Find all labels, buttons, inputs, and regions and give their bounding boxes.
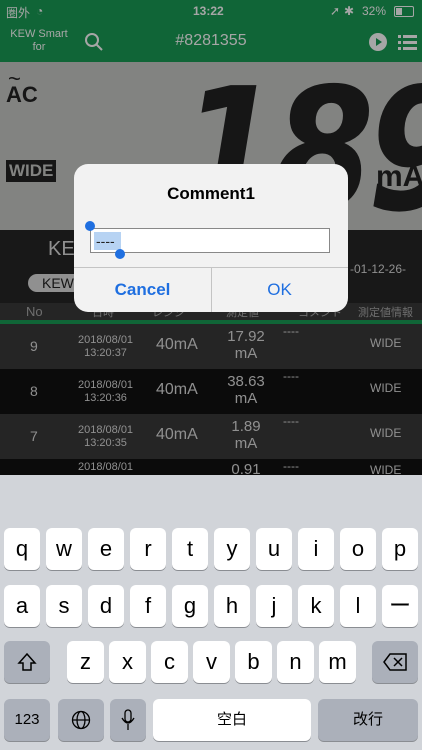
key-j[interactable]: j <box>256 585 292 627</box>
comment-dialog: Comment1 ---- Cancel OK <box>74 164 348 312</box>
key-u[interactable]: u <box>256 528 292 570</box>
selection-end-handle[interactable] <box>115 249 125 259</box>
key-q[interactable]: q <box>4 528 40 570</box>
key-y[interactable]: y <box>214 528 250 570</box>
microphone-key[interactable] <box>110 699 146 741</box>
key-p[interactable]: p <box>382 528 418 570</box>
key-n[interactable]: n <box>277 641 314 683</box>
key-b[interactable]: b <box>235 641 272 683</box>
microphone-icon <box>121 709 135 730</box>
ok-button[interactable]: OK <box>211 267 348 312</box>
key-a[interactable]: a <box>4 585 40 627</box>
key-e[interactable]: e <box>88 528 124 570</box>
keyboard: q w e r t y u i o p a s d f g h j k l ー … <box>0 475 422 750</box>
key-m[interactable]: m <box>319 641 356 683</box>
key-o[interactable]: o <box>340 528 376 570</box>
dialog-title: Comment1 <box>167 184 255 203</box>
globe-key[interactable] <box>58 699 104 741</box>
numbers-key[interactable]: 123 <box>4 699 50 741</box>
key-long-vowel[interactable]: ー <box>382 585 418 627</box>
selection-start-handle[interactable] <box>85 221 95 231</box>
key-x[interactable]: x <box>109 641 146 683</box>
comment-input[interactable]: ---- <box>85 221 330 259</box>
key-h[interactable]: h <box>214 585 250 627</box>
key-k[interactable]: k <box>298 585 334 627</box>
space-key[interactable]: 空白 <box>153 699 311 741</box>
shift-icon <box>17 652 37 671</box>
key-v[interactable]: v <box>193 641 230 683</box>
shift-key[interactable] <box>4 641 50 683</box>
key-s[interactable]: s <box>46 585 82 627</box>
key-t[interactable]: t <box>172 528 208 570</box>
key-d[interactable]: d <box>88 585 124 627</box>
delete-key[interactable] <box>372 641 418 683</box>
key-z[interactable]: z <box>67 641 104 683</box>
backspace-icon <box>383 653 407 671</box>
key-g[interactable]: g <box>172 585 208 627</box>
key-l[interactable]: l <box>340 585 376 627</box>
key-r[interactable]: r <box>130 528 166 570</box>
key-f[interactable]: f <box>130 585 166 627</box>
return-key[interactable]: 改行 <box>318 699 418 741</box>
globe-icon <box>71 710 91 730</box>
selected-text[interactable]: ---- <box>94 232 121 250</box>
key-w[interactable]: w <box>46 528 82 570</box>
key-c[interactable]: c <box>151 641 188 683</box>
cancel-button[interactable]: Cancel <box>74 267 211 312</box>
key-i[interactable]: i <box>298 528 334 570</box>
